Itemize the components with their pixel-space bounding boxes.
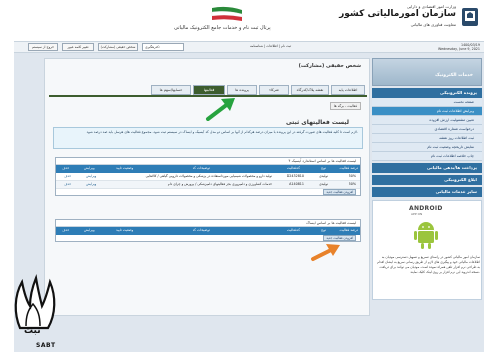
sidebar-section-e-notice[interactable]: ابلاغ الکترونیکی xyxy=(372,175,482,185)
cell-percent: 50% xyxy=(348,182,356,186)
user-toolbar: 1400/03/19 Wednesday, June 9, 2021 ثبت ن… xyxy=(14,42,484,53)
table-row[interactable]: 50% تولیدی A140811 خدمات کشاورزی و دامپر… xyxy=(56,181,360,189)
green-arrow-icon xyxy=(206,98,235,121)
portal-title: پرتال ثبت نام و خدمات جامع الکترونیک مال… xyxy=(174,25,271,31)
cell-type: تولیدی xyxy=(319,182,328,186)
cell-code: D2432810 xyxy=(286,174,304,178)
col-status: وضعیت تایید xyxy=(116,228,134,232)
col-description: توضیحات کد xyxy=(192,166,210,170)
edit-link[interactable]: ویرایش xyxy=(86,181,96,188)
col-delete: حذف xyxy=(62,166,70,170)
tab-activities[interactable]: فعالیتها xyxy=(193,85,225,95)
activity-percentage-notice: لازم است تا کلیه فعالیت های صورت گرفته د… xyxy=(53,127,363,149)
sidebar-item-vat-eligibility[interactable]: تعیین مشمولیت ارزش افزوده xyxy=(372,116,482,125)
profile-tabs: اطلاعات پایه نقشه پلاک/کدرگاه شرکاء پرون… xyxy=(47,85,365,95)
col-code: کدفعالیت xyxy=(286,228,300,232)
logout-button[interactable]: خروج از سیستم xyxy=(28,43,58,51)
tab-basic-info[interactable]: اطلاعات پایه xyxy=(331,85,365,95)
tab-partners[interactable]: شرکاء xyxy=(259,85,289,95)
activity-sheet-selector[interactable]: فعالیت - برگه ها xyxy=(329,102,361,110)
cell-description: تولید دارو و محصولات شیمیایی مورداستفاده… xyxy=(145,174,272,178)
android-sub-label: APP ON xyxy=(411,212,423,216)
isic-activities-grid: لیست فعالیت ها بر اساس استاندارد آیسیک ۴… xyxy=(55,157,361,196)
isic-grid-title: لیست فعالیت ها بر اساس استاندارد آیسیک ۴ xyxy=(56,158,360,165)
sidebar-item-edit-registration[interactable]: ویرایش اطلاعات ثبت نام xyxy=(372,107,482,116)
change-password-button[interactable]: تغییر کلمه عبور xyxy=(62,43,94,51)
col-edit: ویرایش xyxy=(84,228,95,232)
isac-activities-grid: لیست فعالیت ها بر اساس ایساک درصد فعالیت… xyxy=(55,219,361,242)
android-heading: ANDROID xyxy=(409,205,443,212)
e-services-banner-label: خدمات الکترونیک xyxy=(435,73,473,78)
sidebar-section-payments[interactable]: پرداخت ها/بدهی مالیاتی xyxy=(372,163,482,173)
col-delete: حذف xyxy=(62,228,70,232)
col-description: توضیحات کد xyxy=(192,228,210,232)
cell-code: A140811 xyxy=(289,182,304,186)
isac-grid-title: لیست فعالیت ها بر اساس ایساک xyxy=(56,220,360,227)
date-display: 1400/03/19 Wednesday, June 9, 2021 xyxy=(438,43,480,51)
sidebar-item-economic-number[interactable]: درخواست شماره اقتصادی xyxy=(372,125,482,134)
isic-grid-header: درصد فعالیت نوع کدفعالیت توضیحات کد وضعی… xyxy=(56,165,360,173)
org-title: سازمان امورمالیاتی کشور xyxy=(339,9,456,19)
sidebar-item-print-summary[interactable]: چاپ خلاصه اطلاعات ثبت نام xyxy=(372,152,482,161)
isic-grid-footer: افزودن فعالیت جدید xyxy=(56,189,360,195)
site-header: وزارت امور اقتصادی و دارایی سازمان امورم… xyxy=(14,0,484,42)
sidebar-item-home[interactable]: صفحه نخست xyxy=(372,98,482,107)
tracking-code-field[interactable]: کدرهگیری: xyxy=(142,43,184,51)
sidebar-section-e-file[interactable]: پرونده الکترونیکی xyxy=(372,88,482,98)
col-type: نوع xyxy=(321,228,326,232)
col-percent: درصد فعالیت xyxy=(339,228,358,232)
page-title: شخص حقیقی (مشارکت) xyxy=(298,63,361,69)
sidebar-item-status-history[interactable]: نمایش تاریخچه وضعیت ثبت نام xyxy=(372,143,482,152)
android-robot-icon xyxy=(414,222,438,249)
activities-list-title: لیست فعالیتهای ثبتی xyxy=(286,119,349,126)
tab-accounts[interactable]: حسابها/سهم ها xyxy=(151,85,191,95)
sidebar-section-other-services[interactable]: سایر خدمات مالیاتی xyxy=(372,187,482,197)
col-type: نوع xyxy=(321,166,326,170)
main-panel: شخص حقیقی (مشارکت) اطلاعات پایه نقشه پلا… xyxy=(44,58,370,316)
date-english: Wednesday, June 9, 2021 xyxy=(438,47,480,51)
cell-description: خدمات کشاورزی و دامپروری بجز فعالیتهای د… xyxy=(167,182,272,186)
e-services-banner: خدمات الکترونیک xyxy=(372,58,482,86)
orange-arrow-icon xyxy=(311,244,340,261)
breadcrumb-links[interactable]: ثبت نام | اطلاعات | شناسنامه xyxy=(250,44,291,48)
col-edit: ویرایش xyxy=(84,166,95,170)
isac-grid-header: درصد فعالیت نوع کدفعالیت توضیحات کد وضعی… xyxy=(56,227,360,235)
browser-frame: وزارت امور اقتصادی و دارایی سازمان امورم… xyxy=(14,0,484,352)
delete-link[interactable]: حذف xyxy=(64,181,71,188)
table-row[interactable]: 50% تولیدی D2432810 تولید دارو و محصولات… xyxy=(56,173,360,181)
profile-summary-button[interactable]: شخص حقیقی (مشارکت) xyxy=(98,43,138,51)
col-percent: درصد فعالیت xyxy=(339,166,358,170)
right-sidebar: خدمات الکترونیک پرونده الکترونیکی صفحه ن… xyxy=(372,58,482,300)
tab-map-plate[interactable]: نقشه پلاک/کدرگاه xyxy=(291,85,329,95)
iran-flag-icon xyxy=(211,6,243,21)
android-app-promo[interactable]: APP ON ANDROID سازمان امور مالیاتی کشور … xyxy=(372,200,482,300)
add-isic-activity-button[interactable]: افزودن فعالیت جدید xyxy=(323,189,356,195)
edit-link[interactable]: ویرایش xyxy=(86,173,96,180)
tax-org-logo-icon xyxy=(462,8,478,26)
col-status: وضعیت تایید xyxy=(116,166,134,170)
cell-type: تولیدی xyxy=(319,174,328,178)
cell-percent: 50% xyxy=(348,174,356,178)
watermark-latin: SABT xyxy=(36,342,56,349)
org-subtitle: معاونت فناوری های مالیاتی xyxy=(410,22,456,27)
watermark-word: ثبت xyxy=(24,326,41,336)
sabt-watermark-logo-icon xyxy=(14,273,56,330)
sidebar-item-map-info[interactable]: ثبت اطلاعات روز نقشه xyxy=(372,134,482,143)
col-code: کدفعالیت xyxy=(286,166,300,170)
android-app-description: سازمان امور مالیاتی کشور در راستای تسریع… xyxy=(377,255,480,274)
delete-link[interactable]: حذف xyxy=(64,173,71,180)
tab-files[interactable]: پرونده ها xyxy=(227,85,257,95)
